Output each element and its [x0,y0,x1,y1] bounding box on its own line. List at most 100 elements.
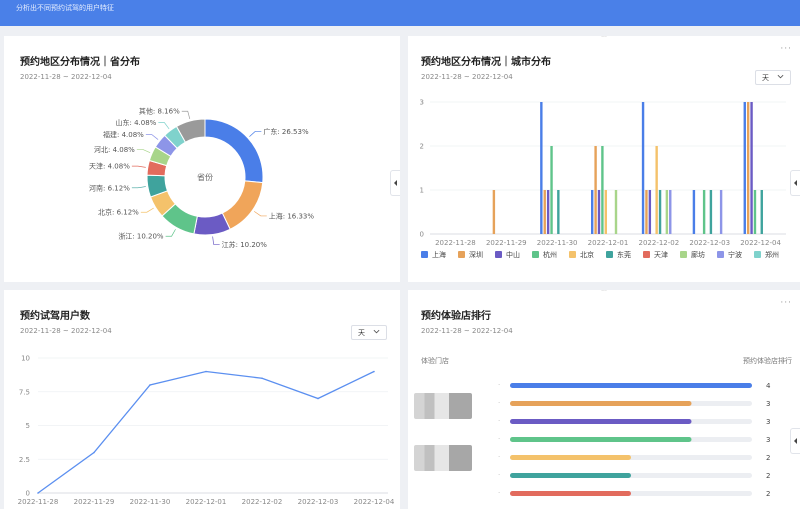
pie-label-line [212,236,220,245]
collapse-panel-tab[interactable] [790,170,800,196]
bar [601,146,604,234]
bar [594,146,597,234]
bar [510,401,692,406]
test-drive-users-card: 预约试驾用户数 2022-11-28 ~ 2022-12-04 天 0 2.5 5 7… [4,290,400,509]
bar [658,190,662,234]
legend-item[interactable]: 东莞 [606,250,631,260]
y-tick-label: 7.5 [19,388,30,396]
pie-slice-label: 河南: 6.12% [89,183,130,192]
legend-item[interactable]: 中山 [495,250,520,260]
row-marker: · [498,489,500,497]
legend-swatch [680,251,687,258]
caret-left-icon [794,180,797,186]
line-point [373,370,375,373]
line-point [149,384,151,386]
x-tick-label: 2022-12-04 [740,239,781,247]
bar [510,383,752,388]
legend-swatch [754,251,761,258]
bar-value-label: 2 [766,454,770,462]
legend-swatch [569,251,576,258]
pie-label-line [181,110,191,120]
pie-slice [204,118,264,184]
legend-label: 上海 [432,251,446,259]
bar [614,190,618,234]
pie-slice-label: 浙江: 10.20% [118,232,164,241]
bar [665,190,669,234]
pie-label-line [253,211,267,217]
store-ranking-card: ··· 预约体验店排行 2022-11-28 ~ 2022-12-04 ··· … [408,290,800,509]
legend-label: 北京 [580,251,594,259]
x-tick-label: 2022-12-03 [689,239,730,247]
pie-slice-label: 福建: 4.08% [103,130,144,139]
collapse-panel-tab[interactable] [790,428,800,454]
bar [760,190,763,234]
bar [591,190,594,234]
legend-item[interactable]: 宁波 [717,250,742,260]
y-tick-label: 0 [26,490,30,498]
city-bar-chart: 0 1 2 3 2022-11-28 2022-11-29 2022-11-30 2022-1… [420,99,786,247]
bar [648,190,652,234]
legend-item[interactable]: 上海 [421,250,446,260]
legend-label: 天津 [654,251,668,259]
pie-slice-label: 其他: 8.16% [139,107,180,116]
collapse-panel-tab[interactable] [390,170,400,196]
bar [543,190,546,234]
y-tick-label: 0 [420,231,424,239]
bar [641,102,645,234]
pie-slice-label: 江苏: 10.20% [222,240,268,249]
pie-label-line [165,229,176,237]
bar [597,190,601,234]
x-tick-label: 2022-11-29 [486,239,527,247]
bar [510,455,631,460]
bar [492,190,496,234]
pie-label-line [249,130,262,137]
bar [719,190,723,234]
bar [557,190,560,234]
y-tick-label: 2 [420,143,424,151]
pie-label-line [131,165,146,168]
legend-label: 中山 [506,251,520,259]
banner-description: 分析出不同预约试驾的用户特征 [16,4,114,12]
bar-value-label: 4 [766,382,771,390]
row-marker: · [498,381,500,389]
bar [750,102,753,234]
pie-slice-label: 北京: 6.12% [98,208,139,217]
legend-item[interactable]: 天津 [643,250,668,260]
bar [692,190,696,234]
bar [604,190,607,234]
x-tick-label: 2022-12-01 [588,239,629,247]
bar [510,491,631,496]
legend-swatch [532,251,539,258]
row-marker: · [498,417,500,425]
pie-label-line [158,122,170,130]
y-tick-label: 3 [420,99,424,107]
legend-item[interactable]: 廊坊 [680,250,705,260]
page-banner: 分析出不同预约试驾的用户特征 [0,0,800,26]
y-tick-label: 10 [21,355,30,363]
y-tick-label: 5 [26,422,30,430]
legend-swatch [717,251,724,258]
legend-item[interactable]: 北京 [569,250,594,260]
series-line [37,370,375,494]
bar-value-label: 3 [766,418,770,426]
caret-left-icon [394,180,397,186]
pie-slice-label: 广东: 26.53% [263,127,309,136]
bar [746,102,750,234]
y-tick-label: 1 [420,187,424,195]
legend-item[interactable]: 郑州 [754,250,779,260]
legend-label: 宁波 [728,251,742,259]
bar [655,146,658,234]
legend-item[interactable]: 深圳 [458,250,483,260]
bar [702,190,706,234]
row-marker: · [498,471,500,479]
bar [510,473,631,478]
pie-label-line [140,207,154,213]
legend-label: 深圳 [469,251,483,259]
users-line-chart: 0 2.5 5 7.5 10 2022-11-28 2022-11-29 2022-11-30… [18,355,395,507]
pie-slice [221,180,264,230]
row-marker: · [498,453,500,461]
bar-value-label: 2 [766,472,770,480]
line-point [205,370,207,373]
legend-label: 廊坊 [691,251,705,259]
legend-item[interactable]: 杭州 [532,250,557,260]
